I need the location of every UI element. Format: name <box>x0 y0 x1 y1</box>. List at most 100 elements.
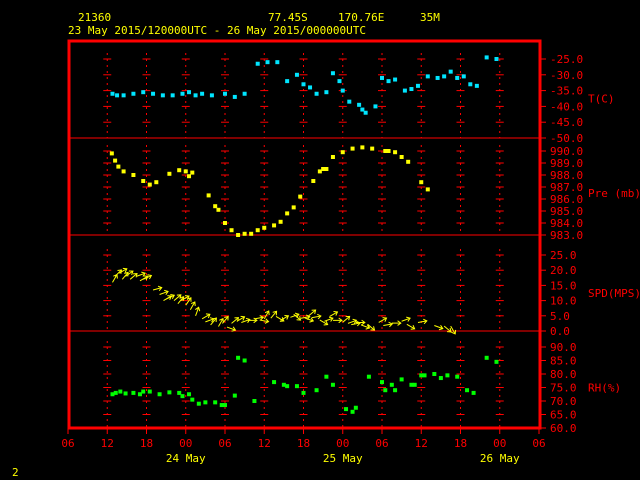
data-point-humidity <box>236 355 241 360</box>
y-tick-label: 10.0 <box>550 295 577 308</box>
y-tick-label: 70.0 <box>550 395 577 408</box>
data-point-pressure <box>167 171 172 176</box>
data-point-pressure <box>187 174 192 179</box>
data-point-temperature <box>285 79 290 84</box>
data-point-humidity <box>213 400 218 405</box>
data-point-temperature <box>330 71 335 76</box>
data-point-pressure <box>278 219 283 224</box>
data-point-pressure <box>370 146 375 151</box>
data-point-humidity <box>383 388 388 393</box>
data-point-humidity <box>465 388 470 393</box>
x-tick-label: 00 <box>493 437 506 450</box>
data-point-humidity <box>445 373 450 378</box>
data-point-pressure <box>255 228 260 233</box>
data-point-pressure <box>141 179 146 183</box>
y-tick-label: 80.0 <box>550 368 577 381</box>
data-point-temperature <box>255 61 260 66</box>
data-point-pressure <box>236 233 241 237</box>
data-point-humidity <box>203 400 208 405</box>
y-tick-label: -40.0 <box>550 100 583 113</box>
data-point-humidity <box>412 382 417 387</box>
data-point-humidity <box>393 388 398 393</box>
data-point-humidity <box>432 372 437 376</box>
data-point-temperature <box>160 93 165 98</box>
data-point-humidity <box>399 377 404 382</box>
data-point-pressure <box>406 159 411 164</box>
data-point-pressure <box>419 180 424 185</box>
data-point-humidity <box>314 388 319 393</box>
data-point-humidity <box>147 389 152 394</box>
data-point-pressure <box>116 164 121 169</box>
data-point-pressure <box>393 150 398 155</box>
data-point-temperature <box>461 74 466 79</box>
data-point-humidity <box>438 376 443 381</box>
data-point-temperature <box>347 99 352 104</box>
data-point-pressure <box>213 204 218 209</box>
station-lat: 77.45S <box>268 11 308 24</box>
x-tick-label: 00 <box>336 437 349 450</box>
data-point-temperature <box>193 93 198 98</box>
data-point-temperature <box>232 94 237 99</box>
x-tick-label: 06 <box>375 437 388 450</box>
data-point-temperature <box>121 93 126 98</box>
data-point-temperature <box>337 79 342 84</box>
y-tick-label: -30.0 <box>550 69 583 82</box>
data-point-temperature <box>425 74 430 79</box>
data-point-pressure <box>223 221 227 225</box>
data-point-humidity <box>123 391 128 396</box>
data-point-humidity <box>484 355 489 360</box>
x-tick-label: 06 <box>218 437 231 450</box>
data-point-humidity <box>242 358 247 363</box>
x-tick-label: 06 <box>61 437 74 450</box>
data-point-pressure <box>113 158 118 163</box>
data-point-pressure <box>262 225 267 230</box>
data-point-humidity <box>353 405 358 410</box>
data-point-pressure <box>399 155 404 159</box>
x-tick-label: 12 <box>415 437 428 450</box>
y-tick-label: -50.0 <box>550 132 583 145</box>
panel-label-temperature: T(C) <box>588 93 615 106</box>
data-point-temperature <box>180 91 185 96</box>
data-point-temperature <box>308 85 313 90</box>
data-point-temperature <box>187 90 192 95</box>
header: 21360 77.45S 170.76E 35M 23 May 2015/120… <box>68 11 440 37</box>
y-tick-label: 20.0 <box>550 264 577 277</box>
data-point-temperature <box>380 75 384 80</box>
data-point-humidity <box>157 392 162 397</box>
data-point-temperature <box>294 72 299 77</box>
data-point-pressure <box>131 173 136 177</box>
data-point-humidity <box>294 384 299 389</box>
data-point-temperature <box>402 88 407 93</box>
y-tick-label: 90.0 <box>550 341 577 354</box>
data-point-humidity <box>187 392 192 397</box>
station-elev: 35M <box>420 11 440 24</box>
data-point-humidity <box>252 399 257 403</box>
data-point-pressure <box>147 182 152 187</box>
data-point-humidity <box>344 407 349 412</box>
data-point-humidity <box>330 382 335 387</box>
y-tick-label: 85.0 <box>550 355 577 368</box>
data-point-temperature <box>393 77 398 82</box>
data-point-temperature <box>324 90 329 95</box>
data-point-pressure <box>272 223 277 228</box>
data-point-humidity <box>455 374 460 379</box>
data-point-humidity <box>471 390 476 395</box>
data-point-pressure <box>425 187 430 192</box>
data-point-pressure <box>249 231 254 236</box>
data-point-pressure <box>229 228 234 233</box>
data-point-temperature <box>141 90 146 95</box>
y-tick-label: 5.0 <box>550 310 570 323</box>
data-point-temperature <box>474 83 479 88</box>
data-point-humidity <box>232 393 237 398</box>
y-tick-label: 25.0 <box>550 249 577 262</box>
y-tick-label: 0.0 <box>550 325 570 338</box>
data-point-humidity <box>366 374 371 379</box>
data-point-pressure <box>285 211 290 216</box>
data-point-temperature <box>468 82 473 87</box>
x-day-label: 25 May <box>323 452 363 465</box>
data-point-humidity <box>113 390 118 395</box>
data-point-pressure <box>330 155 335 159</box>
data-point-temperature <box>494 57 499 61</box>
x-tick-label: 00 <box>179 437 192 450</box>
data-point-humidity <box>223 403 227 408</box>
